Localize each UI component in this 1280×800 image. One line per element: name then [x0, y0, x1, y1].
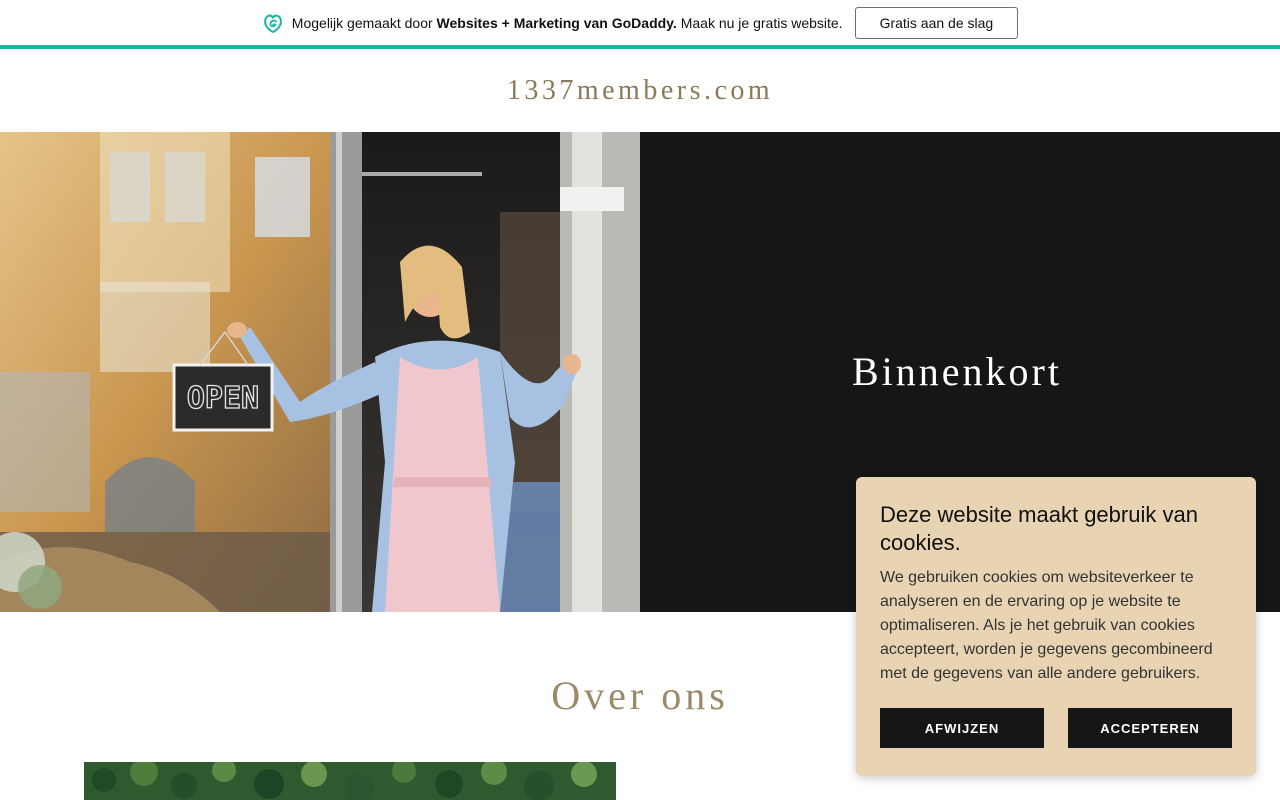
godaddy-logo-icon: [262, 12, 284, 34]
accept-cookies-button[interactable]: ACCEPTEREN: [1068, 708, 1232, 748]
cookie-actions: AFWIJZEN ACCEPTEREN: [880, 708, 1232, 748]
cookie-consent-dialog: Deze website maakt gebruik van cookies. …: [856, 477, 1256, 776]
get-started-button[interactable]: Gratis aan de slag: [854, 6, 1019, 39]
site-title-link[interactable]: 1337members.com: [507, 75, 773, 107]
cookie-title: Deze website maakt gebruik van cookies.: [880, 502, 1198, 555]
promo-text: Mogelijk gemaakt door Websites + Marketi…: [291, 14, 843, 31]
hero-heading: Binnenkort: [852, 349, 1062, 394]
cookie-description: We gebruiken cookies om websiteverkeer t…: [880, 569, 1213, 682]
hero-image: OPEN: [0, 132, 640, 612]
promo-bar: Mogelijk gemaakt door Websites + Marketi…: [0, 0, 1280, 49]
open-sign-text: OPEN: [187, 381, 259, 416]
promo-link-text: Websites + Marketing van GoDaddy.: [436, 14, 677, 31]
about-forest-image: [84, 762, 616, 800]
site-header: 1337members.com: [0, 49, 1280, 132]
reject-cookies-button[interactable]: AFWIJZEN: [880, 708, 1044, 748]
